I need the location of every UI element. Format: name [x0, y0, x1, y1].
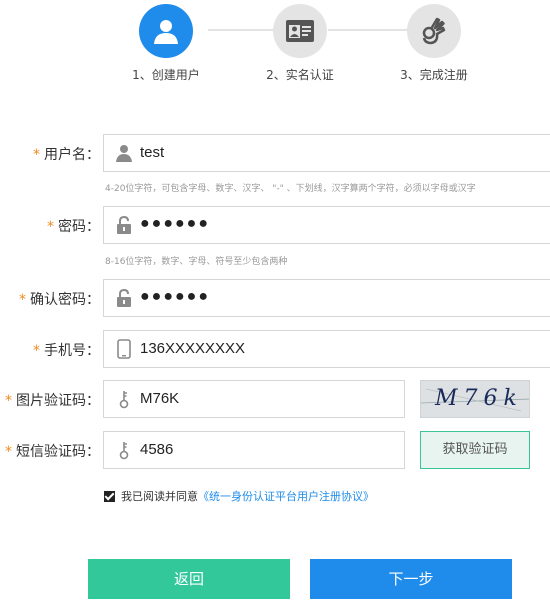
step-label: 1、创建用户	[132, 68, 200, 82]
agreement-text: 我已阅读并同意	[121, 490, 198, 503]
step-label: 2、实名认证	[266, 68, 334, 82]
password-row: * 密码：	[0, 206, 100, 244]
captcha-image[interactable]: M76k	[420, 380, 530, 418]
username-value: test	[140, 144, 165, 161]
sms-code-value: 4586	[140, 441, 174, 458]
ok-hand-icon	[407, 4, 461, 58]
lock-icon	[117, 215, 131, 234]
image-captcha-row: * 图片验证码：	[0, 380, 100, 418]
password-field[interactable]: ●●●●●●	[103, 206, 550, 244]
username-field[interactable]: test	[103, 134, 550, 172]
username-row: * 用户名：	[0, 134, 100, 172]
sms-code-field[interactable]: 4586	[103, 431, 405, 469]
image-captcha-field[interactable]: M76K	[103, 380, 405, 418]
agreement-link[interactable]: 《统一身份认证平台用户注册协议》	[198, 490, 374, 503]
step-complete: 3、完成注册	[364, 0, 504, 83]
password-hint: 8-16位字符，数字、字母、符号至少包含两种	[105, 257, 288, 267]
next-button[interactable]: 下一步	[310, 559, 512, 599]
mobile-phone-icon	[117, 339, 131, 359]
captcha-text: M76k	[435, 386, 523, 411]
step-label: 3、完成注册	[400, 68, 468, 82]
confirm-password-field[interactable]: ●●●●●●	[103, 279, 550, 317]
password-value: ●●●●●●	[140, 215, 210, 232]
registration-steps: 1、创建用户 2、实名认证 3、完成注册	[0, 0, 550, 95]
phone-field[interactable]: 136XXXXXXXX	[103, 330, 550, 368]
username-label: * 用户名：	[33, 147, 100, 163]
step-real-name: 2、实名认证	[230, 0, 370, 83]
phone-label: * 手机号：	[33, 343, 100, 359]
password-label: * 密码：	[47, 219, 100, 235]
agreement-checkbox[interactable]	[104, 491, 115, 502]
confirm-password-value: ●●●●●●	[140, 288, 210, 305]
id-card-icon	[273, 4, 327, 58]
sms-code-label: * 短信验证码：	[5, 444, 100, 460]
user-icon	[116, 145, 132, 162]
phone-row: * 手机号：	[0, 330, 100, 368]
get-sms-code-button[interactable]: 获取验证码	[420, 431, 530, 469]
back-button[interactable]: 返回	[88, 559, 290, 599]
confirm-password-row: * 确认密码：	[0, 279, 100, 317]
image-captcha-value: M76K	[140, 390, 180, 407]
confirm-password-label: * 确认密码：	[19, 292, 100, 308]
key-icon	[119, 442, 129, 460]
lock-icon	[117, 288, 131, 307]
username-hint: 4-20位字符，可包含字母、数字、汉字、 "-" 、下划线，汉字算两个字符，必须…	[105, 184, 476, 194]
sms-code-row: * 短信验证码：	[0, 431, 100, 469]
step-create-user: 1、创建用户	[96, 0, 236, 83]
user-icon	[139, 4, 193, 58]
key-icon	[119, 391, 129, 409]
phone-value: 136XXXXXXXX	[140, 340, 246, 357]
image-captcha-label: * 图片验证码：	[5, 393, 100, 409]
agreement: 我已阅读并同意《统一身份认证平台用户注册协议》	[104, 488, 374, 504]
